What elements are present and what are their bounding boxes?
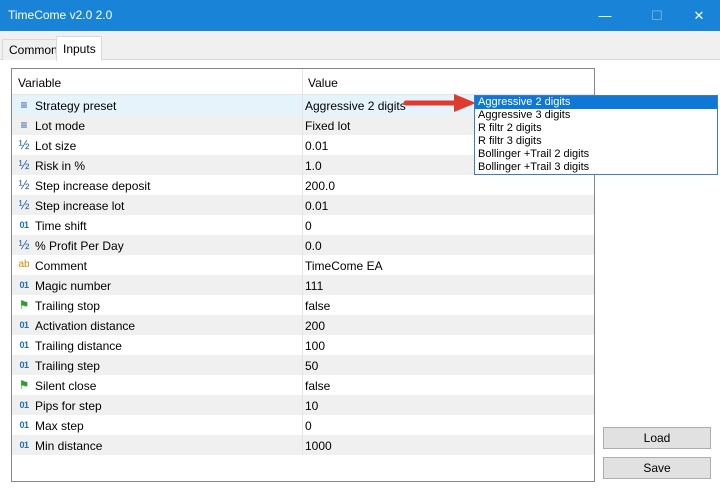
save-button[interactable]: Save xyxy=(603,457,711,479)
load-button[interactable]: Load xyxy=(603,427,711,449)
variable-value[interactable]: Fixed lot xyxy=(305,119,350,133)
variable-name: Pips for step xyxy=(35,399,102,413)
variable-value[interactable]: 200.0 xyxy=(305,179,335,193)
table-row[interactable]: 01 Trailing distance 100 xyxy=(12,335,594,355)
double-icon: ½ xyxy=(18,177,30,192)
list-icon: ≡ xyxy=(20,98,28,112)
table-row[interactable]: 01 Max step 0 xyxy=(12,415,594,435)
integer-icon: 01 xyxy=(19,340,29,350)
double-icon: ½ xyxy=(18,197,30,212)
red-arrow-annotation xyxy=(403,94,476,112)
variable-value[interactable]: 1.0 xyxy=(305,159,322,173)
close-icon: ✕ xyxy=(693,7,705,23)
variable-name: Trailing stop xyxy=(35,299,100,313)
maximize-button[interactable]: ☐ xyxy=(634,0,680,31)
variable-name: Silent close xyxy=(35,379,97,393)
variable-name: Max step xyxy=(35,419,84,433)
variable-name: % Profit Per Day xyxy=(35,239,124,253)
double-icon: ½ xyxy=(18,137,30,152)
dropdown-option[interactable]: Bollinger +Trail 3 digits xyxy=(475,161,717,174)
integer-icon: 01 xyxy=(19,280,29,290)
table-row[interactable]: ½ Step increase deposit 200.0 xyxy=(12,175,594,195)
dropdown-option[interactable]: R filtr 2 digits xyxy=(475,122,717,135)
variable-name: Step increase deposit xyxy=(35,179,151,193)
integer-icon: 01 xyxy=(19,320,29,330)
variable-name: Time shift xyxy=(35,219,87,233)
variable-value[interactable]: 200 xyxy=(305,319,325,333)
variable-name: Strategy preset xyxy=(35,99,117,113)
title-bar: TimeCome v2.0 2.0 — ☐ ✕ xyxy=(0,0,720,31)
variable-value[interactable]: 50 xyxy=(305,359,318,373)
string-icon: ab xyxy=(18,259,30,270)
variable-name: Trailing step xyxy=(35,359,100,373)
maximize-icon: ☐ xyxy=(651,7,663,23)
column-header-variable[interactable]: Variable xyxy=(18,76,61,90)
variable-value[interactable]: 100 xyxy=(305,339,325,353)
integer-icon: 01 xyxy=(19,420,29,430)
table-row[interactable]: ab Comment TimeCome EA xyxy=(12,255,594,275)
variable-value[interactable]: 0.0 xyxy=(305,239,322,253)
grid-header: Variable Value xyxy=(12,69,594,95)
variable-name: Comment xyxy=(35,259,88,273)
boolean-icon: ⚑ xyxy=(18,378,30,392)
double-icon: ½ xyxy=(18,157,30,172)
variable-value[interactable]: 10 xyxy=(305,399,318,413)
tab-inputs[interactable]: Inputs xyxy=(56,36,102,61)
variable-value[interactable]: 0.01 xyxy=(305,199,328,213)
variable-name: Risk in % xyxy=(35,159,86,173)
variable-name: Trailing distance xyxy=(35,339,122,353)
table-row[interactable]: ⚑ Silent close false xyxy=(12,375,594,395)
variable-name: Lot mode xyxy=(35,119,86,133)
table-row[interactable]: 01 Activation distance 200 xyxy=(12,315,594,335)
table-row[interactable]: ½ Step increase lot 0.01 xyxy=(12,195,594,215)
table-row[interactable]: ⚑ Trailing stop false xyxy=(12,295,594,315)
table-row[interactable]: 01 Min distance 1000 xyxy=(12,435,594,455)
double-icon: ½ xyxy=(18,237,30,252)
variable-value[interactable]: 111 xyxy=(305,279,323,293)
integer-icon: 01 xyxy=(19,400,29,410)
variable-value[interactable]: false xyxy=(305,299,330,313)
variable-name: Min distance xyxy=(35,439,103,453)
variable-value[interactable]: Aggressive 2 digits xyxy=(305,99,406,113)
variable-value[interactable]: TimeCome EA xyxy=(305,259,383,273)
table-row[interactable]: 01 Time shift 0 xyxy=(12,215,594,235)
minimize-icon: — xyxy=(598,8,612,23)
table-row[interactable]: 01 Magic number 111 xyxy=(12,275,594,295)
variable-value[interactable]: 1000 xyxy=(305,439,332,453)
minimize-button[interactable]: — xyxy=(582,0,628,31)
dropdown-option[interactable]: Bollinger +Trail 2 digits xyxy=(475,148,717,161)
column-header-value[interactable]: Value xyxy=(308,76,338,90)
integer-icon: 01 xyxy=(19,440,29,450)
variable-name: Activation distance xyxy=(35,319,136,333)
variable-name: Step increase lot xyxy=(35,199,125,213)
integer-icon: 01 xyxy=(19,360,29,370)
tab-common[interactable]: Common xyxy=(2,39,58,60)
variable-value[interactable]: false xyxy=(305,379,330,393)
boolean-icon: ⚑ xyxy=(18,298,30,312)
table-row[interactable]: ½ % Profit Per Day 0.0 xyxy=(12,235,594,255)
variable-name: Lot size xyxy=(35,139,77,153)
dropdown-option[interactable]: Aggressive 3 digits xyxy=(475,109,717,122)
dropdown-option[interactable]: Aggressive 2 digits xyxy=(475,96,717,109)
variable-value[interactable]: 0.01 xyxy=(305,139,328,153)
list-icon: ≡ xyxy=(20,118,28,132)
window-title: TimeCome v2.0 2.0 xyxy=(8,8,113,22)
variable-value[interactable]: 0 xyxy=(305,419,312,433)
close-button[interactable]: ✕ xyxy=(676,0,720,31)
variable-value[interactable]: 0 xyxy=(305,219,312,233)
table-row[interactable]: 01 Pips for step 10 xyxy=(12,395,594,415)
table-row[interactable]: 01 Trailing step 50 xyxy=(12,355,594,375)
strategy-preset-dropdown[interactable]: Aggressive 2 digits Aggressive 3 digits R … xyxy=(474,95,718,175)
dropdown-option[interactable]: R filtr 3 digits xyxy=(475,135,717,148)
integer-icon: 01 xyxy=(19,220,29,230)
variable-name: Magic number xyxy=(35,279,112,293)
